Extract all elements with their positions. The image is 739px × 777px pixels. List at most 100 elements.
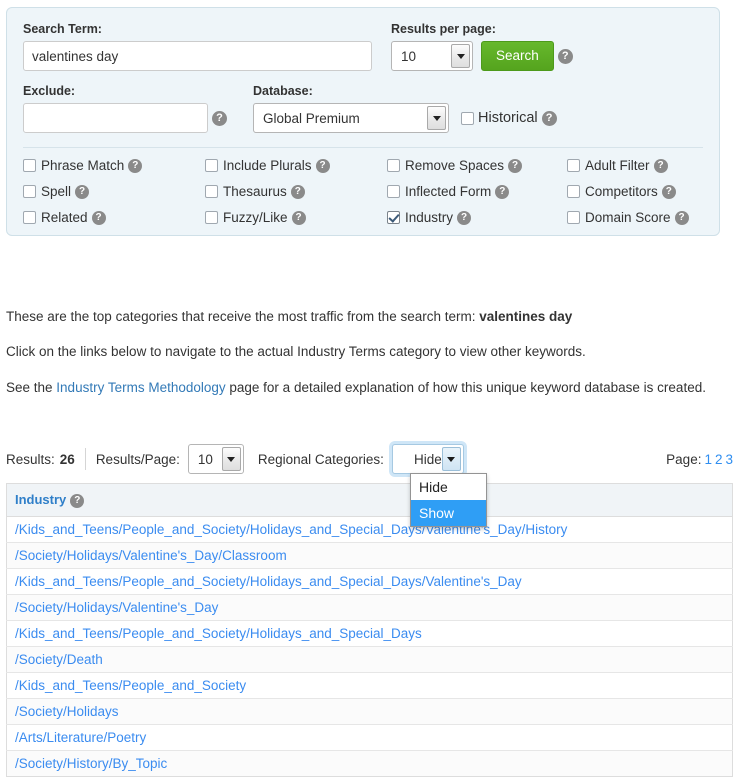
option-help-icon[interactable]: ? [495,184,510,199]
historical-checkbox[interactable] [461,111,474,125]
option-label: Related [41,210,88,225]
historical-group: Historical ? [461,103,557,133]
option-checkbox[interactable] [567,185,580,198]
option-label: Spell [41,184,72,199]
option-help-icon[interactable]: ? [457,210,472,225]
industry-category-link[interactable]: /Society/Holidays/Valentine's_Day [15,600,218,615]
option-checkbox[interactable] [387,211,400,224]
option-domain-score[interactable]: Domain Score? [567,210,703,225]
results-per-page-select-2[interactable]: 10 [187,444,244,474]
option-checkbox[interactable] [387,185,400,198]
option-spell[interactable]: Spell? [23,184,205,199]
option-label: Remove Spaces [405,158,505,173]
option-label: Phrase Match [41,158,125,173]
results-per-page-group: Results per page: 10 Search ? [391,22,573,71]
option-checkbox[interactable] [23,159,36,172]
option-checkbox[interactable] [23,211,36,224]
option-help-icon[interactable]: ? [315,158,330,173]
page-link-3[interactable]: 3 [725,452,733,467]
search-form-row-1: Search Term: Results per page: 10 Search… [23,22,703,71]
industry-category-link[interactable]: /Society/Death [15,652,103,667]
page-link-1[interactable]: 1 [704,452,712,467]
option-industry[interactable]: Industry? [387,210,567,225]
regional-categories-select[interactable]: Hide [391,444,464,474]
search-help-icon[interactable]: ? [557,48,573,64]
option-fuzzy-like[interactable]: Fuzzy/Like? [205,210,387,225]
historical-help-icon[interactable]: ? [541,110,557,126]
results-per-page-label-2: Results/Page: [95,451,180,467]
search-button[interactable]: Search [481,41,554,71]
option-include-plurals[interactable]: Include Plurals? [205,158,387,173]
results-per-page-label: Results per page: [391,22,496,36]
table-row: /Society/History/By_Topic [6,750,733,777]
table-row: /Society/Holidays/Valentine's_Day/Classr… [6,542,733,569]
search-form-row-2: Exclude: ? Database: Global Premium Hist… [23,84,703,133]
industry-terms-methodology-link[interactable]: Industry Terms Methodology [56,380,225,395]
option-help-icon[interactable]: ? [75,184,90,199]
page-label: Page: [666,451,702,467]
option-phrase-match[interactable]: Phrase Match? [23,158,205,173]
exclude-group: Exclude: ? [23,84,245,133]
industry-category-link[interactable]: /Arts/Literature/Poetry [15,730,146,745]
page-link-2[interactable]: 2 [715,452,723,467]
option-help-icon[interactable]: ? [290,184,305,199]
chevron-down-icon[interactable] [221,447,241,471]
option-label: Industry [405,210,454,225]
option-help-icon[interactable]: ? [674,210,689,225]
search-input[interactable] [23,41,372,71]
exclude-help-icon[interactable]: ? [212,110,227,126]
option-checkbox[interactable] [387,159,400,172]
description-line-3-suffix: page for a detailed explanation of how t… [225,380,706,395]
industry-category-link[interactable]: /Kids_and_Teens/People_and_Society/Holid… [15,626,422,641]
chevron-down-icon[interactable] [441,447,461,471]
dropdown-option-show[interactable]: Show [411,500,486,526]
database-select[interactable]: Global Premium [253,103,449,133]
option-remove-spaces[interactable]: Remove Spaces? [387,158,567,173]
table-header-row: Industry? [6,483,733,517]
option-checkbox[interactable] [567,159,580,172]
column-header-industry[interactable]: Industry? [6,483,733,517]
option-related[interactable]: Related? [23,210,205,225]
search-term-group: Search Term: [23,22,381,71]
option-competitors[interactable]: Competitors? [567,184,703,199]
industry-category-link[interactable]: /Society/Holidays/Valentine's_Day/Classr… [15,548,287,563]
table-cell-industry: /Kids_and_Teens/People_and_Society/Holid… [6,568,733,595]
option-help-icon[interactable]: ? [291,210,306,225]
option-adult-filter[interactable]: Adult Filter? [567,158,703,173]
industry-help-icon[interactable]: ? [70,493,85,508]
option-help-icon[interactable]: ? [128,158,143,173]
dropdown-option-hide[interactable]: Hide [411,474,486,500]
option-checkbox[interactable] [567,211,580,224]
table-cell-industry: /Kids_and_Teens/People_and_Society/Holid… [6,516,733,543]
regional-categories-dropdown-popup[interactable]: Hide Show [410,473,487,527]
results-per-page-select[interactable]: 10 [391,41,473,71]
table-cell-industry: /Kids_and_Teens/People_and_Society [6,672,733,699]
results-count-value: 26 [59,451,75,467]
chevron-down-icon[interactable] [451,44,470,68]
option-inflected-form[interactable]: Inflected Form? [387,184,567,199]
option-checkbox[interactable] [205,211,218,224]
industry-category-link[interactable]: /Kids_and_Teens/People_and_Society/Holid… [15,574,522,589]
option-checkbox[interactable] [205,159,218,172]
exclude-input[interactable] [23,103,208,133]
database-group: Database: Global Premium Historical ? [253,84,557,133]
industry-category-link[interactable]: /Society/History/By_Topic [15,756,167,771]
option-checkbox[interactable] [23,185,36,198]
description-line-2: Click on the links below to navigate to … [6,344,586,359]
option-help-icon[interactable]: ? [508,158,523,173]
table-row: /Kids_and_Teens/People_and_Society [6,672,733,699]
industry-category-link[interactable]: /Society/Holidays [15,704,119,719]
option-help-icon[interactable]: ? [661,184,676,199]
table-cell-industry: /Society/Holidays/Valentine's_Day/Classr… [6,542,733,569]
chevron-down-icon[interactable] [427,106,446,130]
results-count-label: Results: [6,451,55,467]
table-row: /Society/Death [6,646,733,673]
option-label: Fuzzy/Like [223,210,288,225]
industry-category-link[interactable]: /Kids_and_Teens/People_and_Society [15,678,246,693]
option-help-icon[interactable]: ? [91,210,106,225]
table-cell-industry: /Society/Holidays/Valentine's_Day [6,594,733,621]
option-help-icon[interactable]: ? [653,158,668,173]
option-thesaurus[interactable]: Thesaurus? [205,184,387,199]
table-cell-industry: /Arts/Literature/Poetry [6,724,733,751]
option-checkbox[interactable] [205,185,218,198]
